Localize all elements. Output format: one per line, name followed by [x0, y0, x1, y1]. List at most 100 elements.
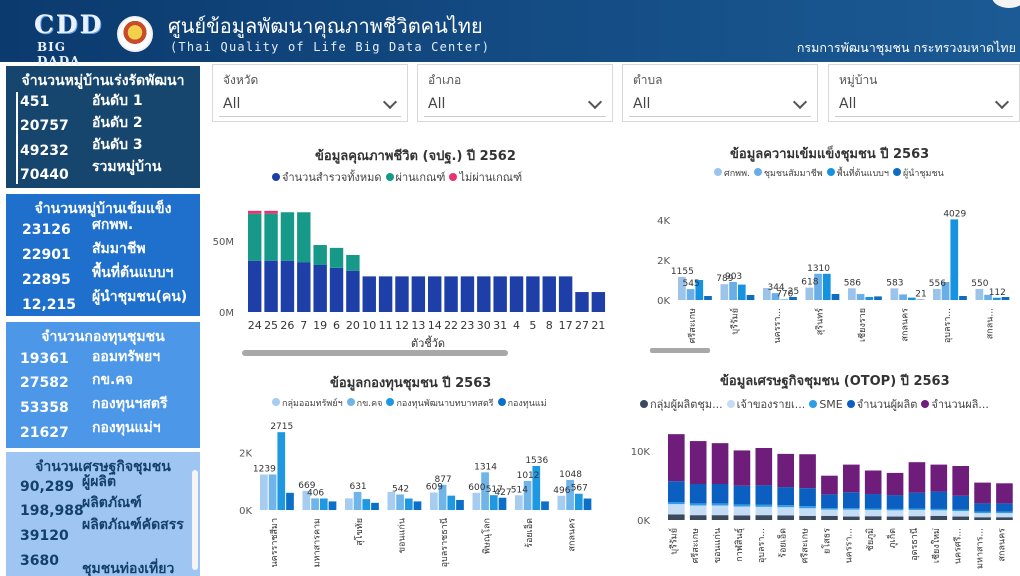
- x-tick-label: 10: [362, 319, 376, 332]
- data-label: 1048: [559, 470, 582, 480]
- bar: [992, 297, 1001, 300]
- bar-segment: [974, 517, 991, 520]
- data-label: 496: [553, 486, 570, 496]
- bar-segment: [346, 255, 360, 271]
- x-tick-label: ภูเก็ต: [885, 528, 898, 548]
- bar-segment: [542, 276, 556, 312]
- bar-segment: [799, 508, 816, 516]
- bar-segment: [843, 464, 860, 493]
- panel-value: 90,289: [20, 479, 75, 495]
- bar-segment: [908, 492, 926, 509]
- bar-segment: [974, 503, 991, 512]
- village-dropdown[interactable]: All: [835, 93, 1013, 117]
- bar-segment: [996, 517, 1013, 520]
- bar-segment: [711, 443, 729, 484]
- panel-label: กองทุนฯสตรี: [92, 396, 168, 412]
- bar: [557, 495, 566, 510]
- data-label: 2715: [270, 422, 293, 432]
- bar: [447, 495, 456, 510]
- province-slicer[interactable]: จังหวัด All: [212, 64, 408, 122]
- bar-segment: [313, 245, 327, 265]
- data-label: 545: [682, 279, 699, 289]
- bar-segment: [930, 515, 948, 520]
- bar: [831, 294, 840, 300]
- x-tick-label: ชัยภูมิ: [865, 528, 876, 551]
- bar-segment: [777, 453, 794, 488]
- bar-segment: [799, 515, 816, 520]
- bar-segment: [886, 516, 904, 520]
- legend-label: ชุมชนสัมมาชีพ: [763, 169, 823, 179]
- x-axis-title: ตัวชี้วัด: [411, 335, 445, 350]
- x-tick-label: นครรา...: [773, 308, 783, 343]
- village-slicer[interactable]: หมู่บ้าน All: [828, 64, 1020, 122]
- bar: [404, 498, 413, 510]
- x-tick-label: อุดรธานี: [909, 528, 920, 561]
- panel-label: อันดับ 1: [92, 93, 143, 109]
- slicer-value: All: [839, 96, 857, 112]
- bar-segment: [777, 505, 794, 508]
- chevron-down-icon[interactable]: [587, 94, 603, 110]
- district-dropdown[interactable]: All: [424, 93, 606, 117]
- bar-segment: [733, 504, 751, 507]
- x-tick-label: ศรีสะเกษ: [687, 308, 698, 343]
- panel-value: 53358: [20, 400, 69, 416]
- chart3-legend: กลุ่มออมทรัพย์ฯ กข.คจ กองทุนพัฒนาบทบาทสตรี…: [268, 396, 547, 410]
- legend-marker: [753, 168, 762, 176]
- bar: [362, 499, 371, 510]
- bar-segment: [711, 505, 729, 516]
- district-slicer[interactable]: อำเภอ All: [417, 64, 613, 122]
- x-tick-label: ร้อยเอ็ด: [522, 518, 535, 548]
- x-tick-label: ยโสธร: [821, 528, 832, 554]
- bar-segment: [821, 494, 838, 509]
- y-tick-label: 0M: [219, 308, 234, 319]
- bar-segment: [280, 260, 295, 312]
- chevron-down-icon[interactable]: [382, 94, 398, 110]
- panel-value: 70440: [20, 167, 69, 183]
- bar-segment: [668, 434, 685, 482]
- data-label: 903: [725, 272, 742, 282]
- x-tick-label: 12: [395, 319, 409, 332]
- bar-segment: [689, 505, 707, 516]
- legend-marker: [640, 400, 648, 408]
- header-bar: CDD BIG DADA ศูนย์ข้อมูลพัฒนาคุณภาพชีวิต…: [0, 0, 1020, 68]
- legend-marker: [826, 168, 835, 176]
- data-label: 406: [307, 488, 324, 498]
- bar: [277, 432, 286, 510]
- panel-label: สัมมาชีพ: [92, 241, 146, 257]
- province-dropdown[interactable]: All: [219, 93, 401, 117]
- bar-segment: [689, 484, 707, 504]
- bar: [899, 294, 907, 300]
- horizontal-scrollbar: [242, 350, 508, 356]
- bar-segment: [864, 494, 882, 509]
- bar-segment: [755, 448, 773, 486]
- bar-segment: [362, 276, 376, 312]
- chart4-title: ข้อมูลเศรษฐกิจชุมชน (OTOP) ปี 2563: [720, 374, 950, 389]
- bar-segment: [864, 470, 882, 495]
- data-label: 556: [929, 279, 946, 289]
- bar-segment: [755, 485, 773, 505]
- x-tick-label: 5: [529, 319, 536, 332]
- bar: [541, 501, 549, 510]
- bar: [746, 295, 755, 300]
- accelerated-village-panel: จำนวนหมู่บ้านเร่งรัดพัฒนา 451 อันดับ 1 2…: [6, 66, 200, 188]
- bar-segment: [558, 276, 573, 312]
- bar-segment: [280, 212, 295, 261]
- chevron-down-icon[interactable]: [792, 94, 808, 110]
- chevron-down-icon[interactable]: [994, 94, 1010, 110]
- bar: [430, 492, 438, 510]
- bar-segment: [908, 509, 926, 517]
- bar-segment: [575, 292, 589, 312]
- x-tick-label: นครศรี...: [953, 528, 964, 564]
- chart3-title: ข้อมูลกองทุนชุมชน ปี 2563: [330, 376, 492, 391]
- subdistrict-dropdown[interactable]: All: [629, 93, 811, 117]
- bar-segment: [952, 509, 969, 511]
- data-label: 21: [915, 290, 926, 300]
- y-tick-label: 2K: [657, 256, 670, 267]
- x-tick-label: 26: [280, 319, 294, 332]
- bar-segment: [974, 513, 991, 518]
- x-tick-label: ศรีสะเกษ: [690, 528, 701, 563]
- legend-label: จำนวนสำรวจทั้งหมด: [282, 171, 382, 184]
- subdistrict-slicer[interactable]: ตำบล All: [622, 64, 818, 122]
- bar: [805, 287, 814, 300]
- legend-label: กองทุนแม่: [507, 399, 547, 409]
